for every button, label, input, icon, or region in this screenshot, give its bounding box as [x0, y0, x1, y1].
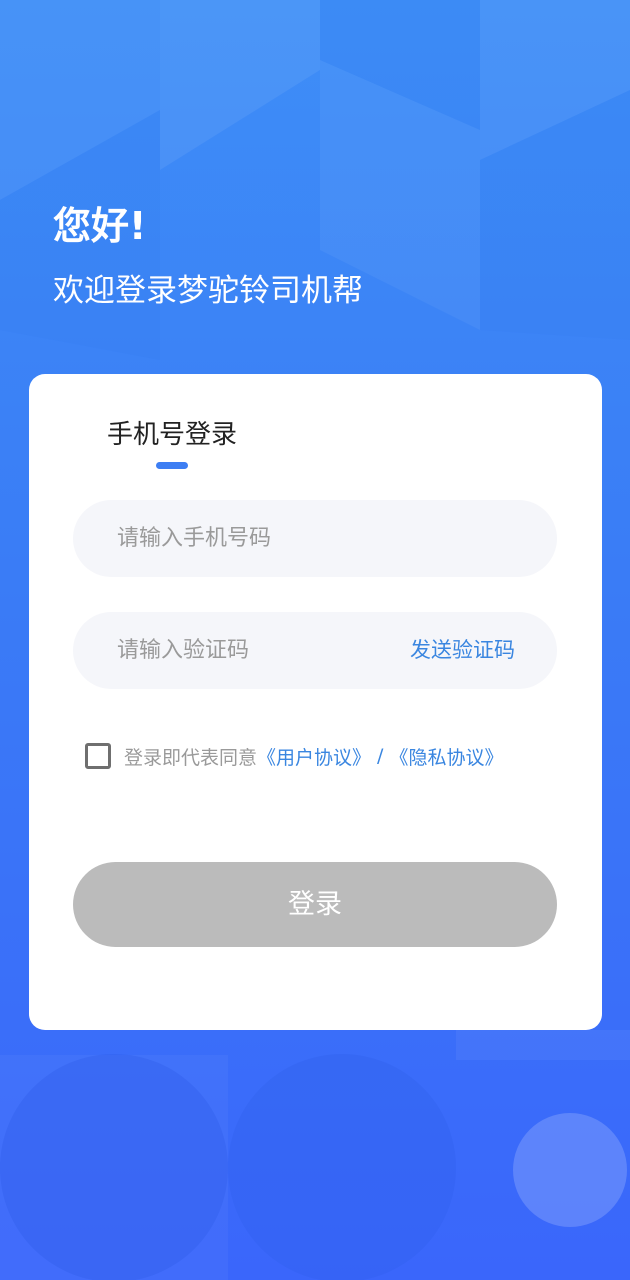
- tab-phone-login[interactable]: 手机号登录: [107, 416, 237, 454]
- agreement-prefix: 登录即代表同意: [124, 746, 258, 769]
- agreement-separator: /: [377, 745, 384, 767]
- greeting-title: 您好!: [53, 204, 147, 248]
- tab-active-indicator: [156, 462, 188, 469]
- welcome-subtitle: 欢迎登录梦驼铃司机帮: [53, 273, 363, 309]
- phone-input[interactable]: [117, 500, 517, 577]
- phone-field: [73, 500, 557, 577]
- privacy-agreement-link[interactable]: 《隐私协议》: [389, 743, 503, 770]
- login-screen: 您好! 欢迎登录梦驼铃司机帮 手机号登录 发送验证码 登录即代表同意 《用户协议…: [0, 0, 630, 1280]
- login-button[interactable]: 登录: [73, 862, 557, 947]
- user-agreement-link[interactable]: 《用户协议》: [257, 743, 371, 770]
- agreement-checkbox[interactable]: [85, 743, 111, 769]
- login-card: 手机号登录 发送验证码 登录即代表同意 《用户协议》 / 《隐私协议》 登录: [29, 374, 602, 1030]
- send-code-button[interactable]: 发送验证码: [410, 612, 515, 689]
- agreement-row: 登录即代表同意 《用户协议》 / 《隐私协议》: [85, 740, 503, 772]
- code-field: 发送验证码: [73, 612, 557, 689]
- verification-code-input[interactable]: [117, 612, 387, 689]
